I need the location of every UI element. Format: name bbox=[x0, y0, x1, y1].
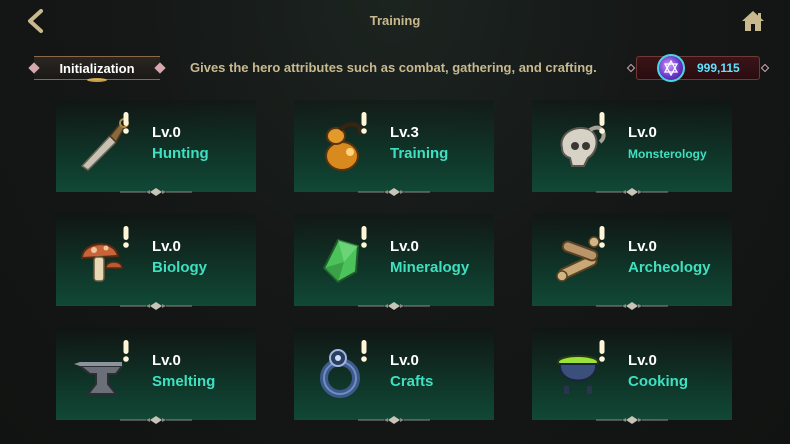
skill-level: Lv.0 bbox=[390, 238, 419, 255]
card-ornament bbox=[596, 416, 668, 424]
card-ornament bbox=[120, 188, 192, 196]
skill-name: Smelting bbox=[152, 373, 216, 390]
home-button[interactable] bbox=[740, 8, 766, 34]
skill-card-mineralogy[interactable]: Lv.0 Mineralogy bbox=[294, 214, 494, 310]
skill-card-training[interactable]: Lv.3 Training bbox=[294, 100, 494, 196]
top-bar: Training bbox=[0, 0, 790, 42]
skill-level: Lv.0 bbox=[628, 238, 657, 255]
card-ornament bbox=[358, 416, 430, 424]
skill-name: Biology bbox=[152, 259, 207, 276]
exclamation-icon bbox=[123, 340, 129, 362]
exclamation-icon bbox=[599, 340, 605, 362]
star-of-david-gem-icon bbox=[657, 54, 685, 82]
exclamation-icon bbox=[599, 112, 605, 134]
exclamation-icon bbox=[123, 112, 129, 134]
skill-card-monsterology[interactable]: Lv.0 Monsterology bbox=[532, 100, 732, 196]
skill-name: Cooking bbox=[628, 373, 688, 390]
currency-amount: 999,115 bbox=[697, 61, 740, 75]
tab-label: Initialization bbox=[59, 60, 135, 76]
skill-level: Lv.0 bbox=[628, 352, 657, 369]
skill-card-archeology[interactable]: Lv.0 Archeology bbox=[532, 214, 732, 310]
exclamation-icon bbox=[361, 226, 367, 248]
currency-display: 999,115 bbox=[626, 54, 770, 82]
diamond-decoration-left bbox=[626, 63, 636, 73]
skill-level: Lv.0 bbox=[152, 238, 181, 255]
skill-card-smelting[interactable]: Lv.0 Smelting bbox=[56, 328, 256, 424]
skill-name: Mineralogy bbox=[390, 259, 470, 276]
skill-level: Lv.0 bbox=[152, 124, 181, 141]
card-ornament bbox=[596, 302, 668, 310]
gem-decoration-left bbox=[28, 62, 40, 74]
description-text: Gives the hero attributes such as combat… bbox=[190, 60, 597, 75]
skill-level: Lv.0 bbox=[390, 352, 419, 369]
exclamation-icon bbox=[123, 226, 129, 248]
card-ornament bbox=[596, 188, 668, 196]
skill-card-hunting[interactable]: Lv.0 Hunting bbox=[56, 100, 256, 196]
exclamation-icon bbox=[361, 340, 367, 362]
skill-name: Crafts bbox=[390, 373, 434, 390]
page-title: Training bbox=[369, 13, 421, 28]
skill-card-biology[interactable]: Lv.0 Biology bbox=[56, 214, 256, 310]
card-ornament bbox=[120, 302, 192, 310]
skill-card-crafts[interactable]: Lv.0 Crafts bbox=[294, 328, 494, 424]
exclamation-icon bbox=[361, 112, 367, 134]
card-ornament bbox=[358, 188, 430, 196]
card-ornament bbox=[358, 302, 430, 310]
tab-glow bbox=[87, 78, 107, 82]
gem-decoration-right bbox=[154, 62, 166, 74]
skill-name: Archeology bbox=[628, 259, 711, 276]
skill-name: Training bbox=[390, 145, 449, 162]
skill-level: Lv.0 bbox=[628, 124, 657, 141]
skill-name: Hunting bbox=[152, 145, 209, 162]
skill-card-cooking[interactable]: Lv.0 Cooking bbox=[532, 328, 732, 424]
initialization-tab[interactable]: Initialization bbox=[28, 56, 166, 82]
home-icon bbox=[742, 11, 764, 31]
skill-level: Lv.0 bbox=[152, 352, 181, 369]
exclamation-icon bbox=[599, 226, 605, 248]
skill-name: Monsterology bbox=[628, 147, 707, 161]
card-ornament bbox=[120, 416, 192, 424]
skill-level: Lv.3 bbox=[390, 124, 419, 141]
diamond-decoration-right bbox=[760, 63, 770, 73]
